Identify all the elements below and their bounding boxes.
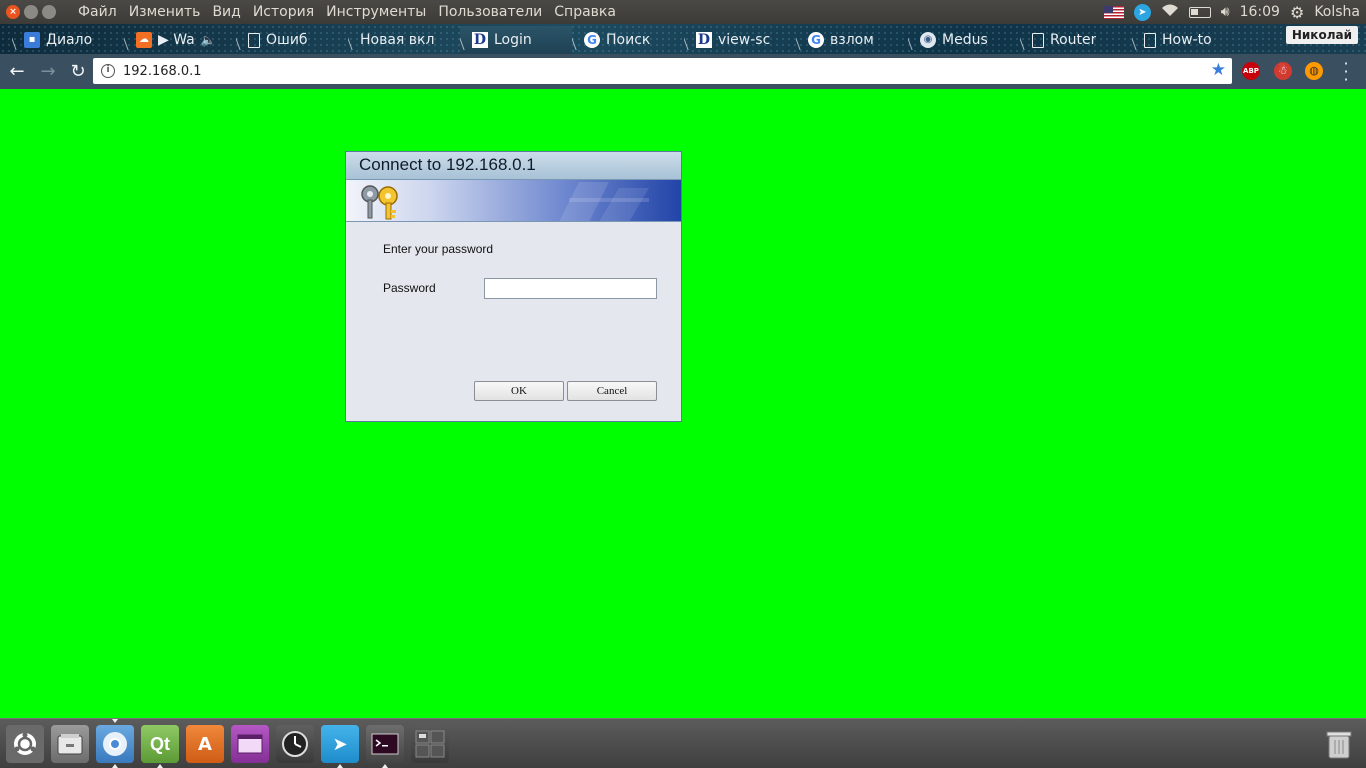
menu-file[interactable]: Файл — [72, 0, 123, 24]
back-button[interactable]: ← — [4, 59, 30, 85]
tab-label: Login — [494, 32, 532, 48]
tab-label: Новая вкл — [360, 32, 435, 48]
reload-button[interactable]: ↻ — [65, 59, 91, 85]
tab-search[interactable]: G Поиск — [572, 26, 684, 54]
menu-history[interactable]: История — [247, 0, 320, 24]
tab-how-to[interactable]: How-to — [1132, 26, 1244, 54]
tab-dialogs[interactable]: ▪ Диало — [12, 26, 124, 54]
window-manager-icon[interactable] — [231, 725, 269, 763]
tab-hack-search[interactable]: G взлом — [796, 26, 908, 54]
window-minimize-button[interactable] — [24, 5, 38, 19]
dialog-title: Connect to 192.168.0.1 — [346, 152, 681, 180]
tab-strip: ▪ Диало ☁ ▶ Wa 🔈 Ошиб Новая вкл D Login … — [0, 24, 1366, 54]
tab-login[interactable]: D Login — [460, 26, 572, 54]
menu-help[interactable]: Справка — [548, 0, 622, 24]
volume-icon[interactable]: 🔊︎ — [1221, 4, 1230, 20]
files-icon[interactable] — [51, 725, 89, 763]
menu-tools[interactable]: Инструменты — [320, 0, 432, 24]
password-label: Password — [383, 281, 436, 295]
tab-label: How-to — [1162, 32, 1212, 48]
clock-text[interactable]: 16:09 — [1240, 4, 1280, 20]
adblock-plus-icon[interactable]: ABP — [1242, 62, 1260, 80]
profile-badge[interactable]: Николай — [1285, 26, 1358, 44]
window-maximize-button[interactable] — [42, 5, 56, 19]
terminal-icon[interactable] — [366, 725, 404, 768]
password-prompt: Enter your password — [383, 242, 494, 256]
ok-button[interactable]: OK — [474, 381, 564, 401]
telegram-icon[interactable]: ➤ — [321, 725, 359, 768]
santa-extension-icon[interactable]: ☃ — [1274, 62, 1292, 80]
window-close-button[interactable]: × — [6, 5, 20, 19]
keyboard-layout-flag-icon[interactable] — [1103, 5, 1124, 19]
browser-toolbar: ← → ↻ i 192.168.0.1 ★ ABP ☃ ◍ · · · — [0, 54, 1366, 89]
bookmark-star-icon[interactable]: ★ — [1211, 60, 1226, 80]
login-dialog: Connect to 192.168.0.1 Enter your passwo… — [345, 151, 682, 422]
google-icon: G — [808, 32, 824, 48]
tab-label: Диало — [46, 32, 93, 48]
telegram-tray-icon[interactable]: ➤ — [1133, 3, 1151, 21]
tab-label: Medus — [942, 32, 988, 48]
dlink-icon: D — [696, 32, 712, 48]
tab-label: Router — [1050, 32, 1097, 48]
clock-icon[interactable] — [276, 725, 314, 763]
tab-new-tab[interactable]: Новая вкл — [348, 26, 460, 54]
password-input[interactable] — [484, 278, 657, 299]
url-text[interactable]: 192.168.0.1 — [123, 64, 202, 79]
menu-edit[interactable]: Изменить — [123, 0, 207, 24]
document-icon — [1144, 32, 1156, 48]
eye-icon: ◉ — [920, 32, 936, 48]
system-indicators: ➤ 🔊︎ 16:09 ⚙ Kolsha — [1103, 0, 1360, 24]
dialog-body: Enter your password Password OK Cancel — [346, 222, 681, 421]
audio-playing-icon[interactable]: 🔈 — [201, 33, 216, 47]
workspace-switcher-icon[interactable] — [411, 725, 449, 763]
battery-icon[interactable] — [1188, 6, 1211, 18]
browser-menu-icon[interactable]: · · · — [1341, 56, 1351, 88]
window-controls: × — [6, 5, 56, 19]
tab-error[interactable]: Ошиб — [236, 26, 348, 54]
top-panel: × Файл Изменить Вид История Инструменты … — [0, 0, 1366, 24]
tab-router[interactable]: Router — [1020, 26, 1132, 54]
document-icon — [1032, 32, 1044, 48]
tab-label: взлом — [830, 32, 874, 48]
tab-view-source[interactable]: D view-sc — [684, 26, 796, 54]
dlink-icon: D — [472, 32, 488, 48]
info-icon[interactable]: i — [101, 64, 115, 78]
keys-icon — [361, 185, 398, 220]
launcher-dock: Qt A ➤ — [0, 718, 1366, 768]
ubuntu-logo-icon[interactable] — [6, 725, 44, 763]
tab-label: Ошиб — [266, 32, 308, 48]
soundcloud-icon: ☁ — [136, 32, 152, 48]
chat-icon: ▪ — [24, 32, 40, 48]
chromium-icon[interactable] — [96, 719, 134, 768]
session-user-name[interactable]: Kolsha — [1314, 4, 1360, 20]
cancel-button[interactable]: Cancel — [567, 381, 657, 401]
software-center-icon[interactable]: A — [186, 725, 224, 763]
tab-soundcloud[interactable]: ☁ ▶ Wa 🔈 — [124, 26, 236, 54]
qt-creator-icon[interactable]: Qt — [141, 725, 179, 768]
trash-icon[interactable] — [1320, 725, 1358, 763]
wifi-icon[interactable] — [1161, 3, 1179, 21]
tab-label: ▶ Wa — [158, 32, 195, 48]
tab-medusa[interactable]: ◉ Medus — [908, 26, 1020, 54]
google-icon: G — [584, 32, 600, 48]
menu-users[interactable]: Пользователи — [432, 0, 548, 24]
tab-label: Поиск — [606, 32, 651, 48]
banner-decoration — [559, 182, 649, 221]
gear-icon[interactable]: ⚙ — [1290, 3, 1304, 22]
tab-label: view-sc — [718, 32, 771, 48]
document-icon — [248, 32, 260, 48]
forward-button[interactable]: → — [35, 59, 61, 85]
menu-view[interactable]: Вид — [206, 0, 246, 24]
dialog-banner — [346, 180, 681, 222]
address-bar[interactable]: i 192.168.0.1 ★ — [93, 58, 1232, 84]
extension-icon[interactable]: ◍ — [1305, 62, 1323, 80]
app-menu: Файл Изменить Вид История Инструменты По… — [72, 0, 622, 24]
